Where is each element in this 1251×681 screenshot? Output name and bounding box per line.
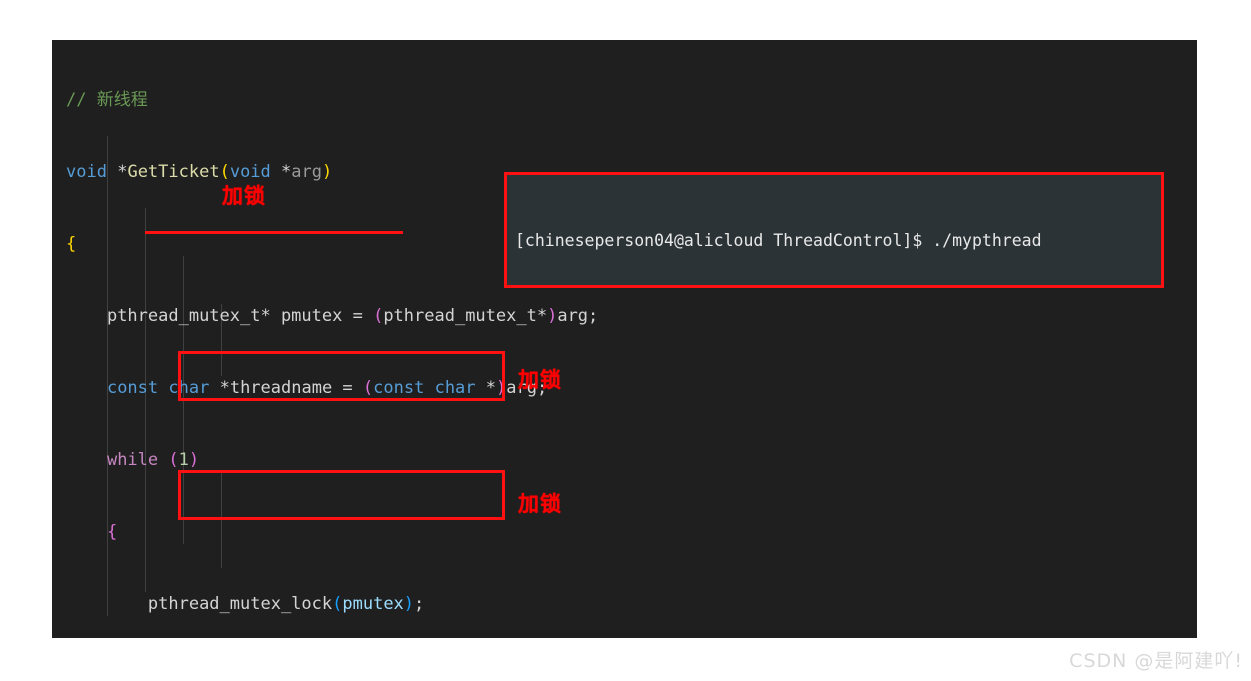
code-line: const char *threadname = (const char *)a… (106, 378, 548, 398)
annotation-label-lock-1: 加锁 (222, 184, 266, 208)
annotation-underline-lock-1 (145, 231, 403, 234)
terminal-prompt-line: [chineseperson04@alicloud ThreadControl]… (515, 229, 1153, 253)
code-line: pthread_mutex_t* pmutex = (pthread_mutex… (106, 306, 599, 326)
terminal-command: ./mypthread (932, 231, 1042, 250)
code-line: while (1) (106, 450, 200, 470)
annotation-label-lock-3: 加锁 (518, 492, 562, 516)
code-line: pthread_mutex_lock(pmutex); (147, 594, 425, 614)
code-text: // 新线程 void *GetTicket(void *arg) { pthr… (52, 40, 1197, 638)
code-line: // 新线程 (66, 90, 148, 110)
terminal-prompt: [chineseperson04@alicloud ThreadControl]… (515, 231, 923, 250)
code-editor-panel[interactable]: // 新线程 void *GetTicket(void *arg) { pthr… (52, 40, 1197, 638)
terminal-overlay[interactable]: [chineseperson04@alicloud ThreadControl]… (504, 172, 1164, 288)
annotation-label-lock-2: 加锁 (518, 368, 562, 392)
csdn-watermark: CSDN @是阿建吖! (1069, 650, 1243, 672)
code-line: { (106, 522, 118, 542)
